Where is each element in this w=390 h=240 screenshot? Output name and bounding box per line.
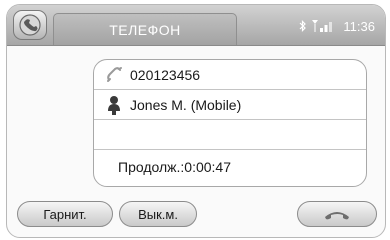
phone-number-row: 020123456: [94, 60, 366, 90]
contact-person-icon: [104, 95, 124, 115]
header-bar: ТЕЛЕФОН 11:36: [7, 5, 385, 46]
title-tab: ТЕЛЕФОН: [53, 13, 237, 45]
call-duration: Продолж.:0:00:47: [118, 159, 231, 175]
phone-screen: ТЕЛЕФОН 11:36 020123456 Jones M. (Mobile…: [6, 4, 386, 238]
hang-up-icon: [325, 212, 349, 220]
empty-row: [94, 120, 366, 150]
mute-button[interactable]: Вык.м.: [119, 201, 197, 227]
contact-row: Jones M. (Mobile): [94, 90, 366, 120]
mute-button-label: Вык.м.: [138, 206, 178, 222]
home-phone-icon: [19, 14, 41, 36]
headset-button[interactable]: Гарнит.: [17, 201, 113, 227]
contact-name: Jones M. (Mobile): [130, 96, 242, 113]
headset-button-label: Гарнит.: [43, 206, 87, 222]
duration-row: Продолж.:0:00:47: [94, 150, 366, 184]
clock: 11:36: [343, 18, 375, 34]
phone-number: 020123456: [130, 66, 201, 83]
page-title: ТЕЛЕФОН: [109, 22, 181, 38]
home-button[interactable]: [13, 10, 47, 40]
bluetooth-icon: [299, 20, 307, 32]
signal-strength-icon: [312, 20, 333, 32]
call-info-panel: 020123456 Jones M. (Mobile) Продолж.:0:0…: [93, 59, 367, 187]
end-call-button[interactable]: [297, 201, 377, 227]
status-area: 11:36: [299, 18, 375, 34]
phone-handset-icon: [104, 65, 124, 85]
